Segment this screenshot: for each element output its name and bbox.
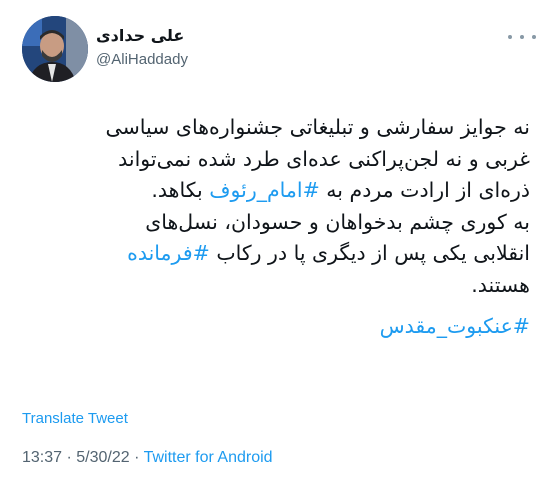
tweet-line: به کوری چشم بدخواهان و حسودان، نسل‌های bbox=[145, 209, 530, 234]
tweet-card: علی حدادی @AliHaddady نه جوایز سفارشی و … bbox=[0, 0, 555, 482]
tweet-line: هستند. bbox=[471, 272, 530, 297]
avatar-image bbox=[22, 16, 88, 82]
translate-tweet-link[interactable]: Translate Tweet bbox=[22, 410, 128, 427]
more-dots-icon[interactable] bbox=[508, 30, 536, 44]
hashtag-link[interactable]: #امام_رئوف bbox=[209, 178, 320, 202]
tweet-source-link[interactable]: Twitter for Android bbox=[144, 449, 273, 466]
tweet-line: انقلابی یکی پس از دیگری پا در رکاب #فرما… bbox=[127, 241, 530, 265]
tweet-date[interactable]: 5/30/22 bbox=[76, 449, 129, 466]
tweet-line: ذره‌ای از ارادت مردم به #امام_رئوف بکاهد… bbox=[151, 178, 530, 202]
tweet-line: غربی و نه لجن‌پراکنی عده‌ای طرد شده نمی‌… bbox=[118, 146, 530, 171]
author-name[interactable]: علی حدادی bbox=[96, 26, 184, 45]
hashtag-link[interactable]: #فرمانده bbox=[127, 241, 210, 265]
tweet-time[interactable]: 13:37 bbox=[22, 449, 62, 466]
author-handle[interactable]: @AliHaddady bbox=[96, 51, 188, 68]
tweet-meta: 13:37 · 5/30/22 · Twitter for Android bbox=[22, 449, 273, 467]
tweet-line: #عنکبوت_مقدس bbox=[22, 311, 530, 343]
avatar[interactable] bbox=[22, 16, 88, 82]
tweet-text: نه جوایز سفارشی و تبلیغاتی جشنواره‌های س… bbox=[22, 112, 530, 343]
meta-separator: · bbox=[62, 449, 77, 466]
tweet-line: نه جوایز سفارشی و تبلیغاتی جشنواره‌های س… bbox=[105, 115, 530, 139]
hashtag-link[interactable]: #عنکبوت_مقدس bbox=[380, 314, 530, 338]
meta-separator: · bbox=[129, 449, 144, 466]
